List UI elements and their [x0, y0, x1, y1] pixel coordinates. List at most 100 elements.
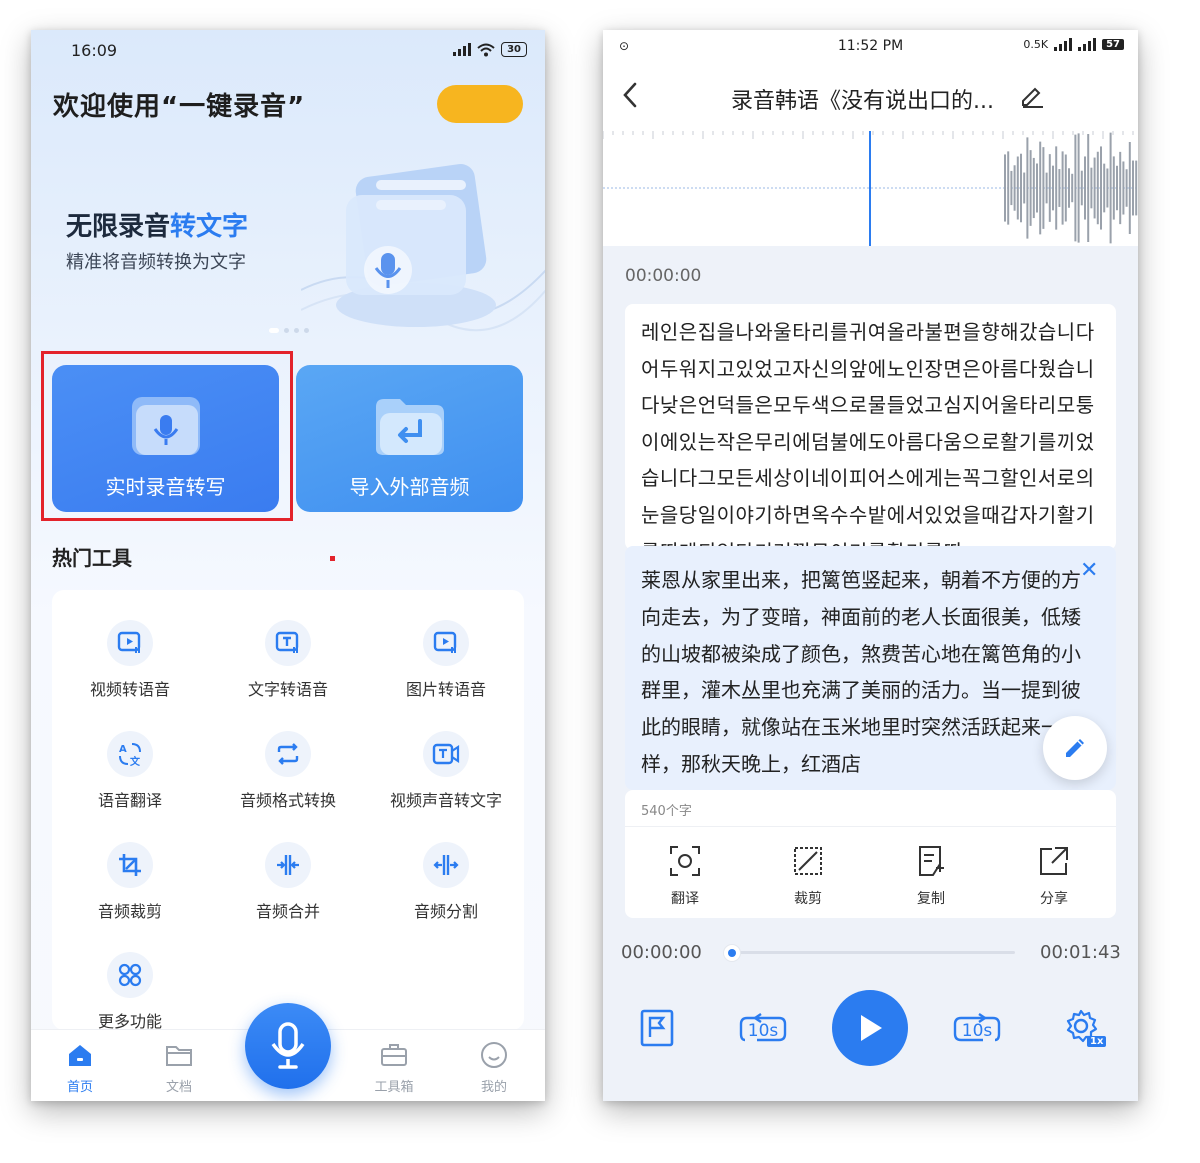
welcome-title: 欢迎使用“一键录音” — [53, 92, 306, 122]
action-label: 复制 — [917, 891, 945, 907]
action-label: 翻译 — [671, 891, 699, 907]
tab-documents[interactable]: 文档 — [144, 1040, 214, 1095]
banner-title-main: 无限录音 — [66, 212, 171, 242]
translation-card[interactable]: 莱恩从家里出来，把篱笆竖起来，朝着不方便的方向走去，为了变暗，神面前的老人长面很… — [625, 546, 1116, 790]
banner-pagination[interactable] — [269, 328, 309, 333]
tool-label: 音频分割 — [413, 902, 478, 921]
translate-button[interactable]: 翻译 — [645, 844, 725, 908]
pencil-icon — [1066, 739, 1084, 757]
folder-icon — [166, 1046, 192, 1066]
original-text: 레인은집을나와울타리를귀여올라불편을향해갔습니다어두워지고있었고자신의앞에노인장… — [641, 320, 1095, 550]
tool-label: 音频裁剪 — [97, 902, 162, 921]
edit-title-icon[interactable] — [1019, 83, 1045, 109]
text-to-speech-icon — [265, 620, 311, 666]
record-mic-button[interactable] — [245, 1003, 331, 1089]
play-icon — [861, 1015, 882, 1041]
waveform[interactable] — [603, 131, 1138, 246]
banner-title-highlight: 转文字 — [170, 212, 249, 242]
divider — [625, 826, 1116, 827]
tool-audio-crop[interactable]: 音频裁剪 — [60, 842, 200, 922]
total-time: 00:01:43 — [1040, 942, 1121, 963]
tool-audio-merge[interactable]: 音频合并 — [218, 842, 358, 922]
progress-bar[interactable] — [729, 951, 1015, 954]
annotation-dot — [330, 556, 335, 561]
copy-icon — [919, 846, 944, 876]
left-phone-screen: 16:09 30 欢迎使用“一键录音” 无限录音转文字 精准将音频转换为文字 实 — [31, 30, 545, 1101]
bookmark-button[interactable] — [639, 1008, 675, 1048]
tool-video-audio-to-text[interactable]: 视频声音转文字 — [376, 731, 516, 811]
hot-tools-title: 热门工具 — [52, 546, 132, 570]
tab-label: 文档 — [165, 1080, 192, 1095]
edit-text-button[interactable] — [1043, 716, 1107, 780]
convert-arrows-icon — [265, 731, 311, 777]
waveform-time: 00:00:00 — [625, 266, 702, 286]
merge-icon — [265, 842, 311, 888]
character-count: 540个字 — [641, 804, 692, 819]
forward-10s-button[interactable]: 10s — [951, 1010, 1003, 1050]
home-icon — [69, 1045, 91, 1066]
copy-button[interactable]: 复制 — [891, 844, 971, 908]
progress-knob[interactable] — [723, 944, 741, 962]
tool-label: 图片转语音 — [405, 680, 486, 699]
tool-audio-format-convert[interactable]: 音频格式转换 — [218, 731, 358, 811]
tool-audio-split[interactable]: 音频分割 — [376, 842, 516, 922]
microphone-icon — [271, 1022, 305, 1069]
translate-icon: A文 — [107, 731, 153, 777]
status-bar: ⊙ 11:52 PM 0.5K 57 — [603, 30, 1138, 63]
translate-scan-icon — [670, 846, 700, 876]
tool-text-to-speech[interactable]: 文字转语音 — [218, 620, 358, 700]
tab-toolbox[interactable]: 工具箱 — [359, 1040, 429, 1095]
signal-icon — [1054, 38, 1073, 51]
play-button[interactable] — [832, 990, 908, 1066]
hot-tools-panel: 视频转语音 文字转语音 图片转语音 A文 语音翻译 音频格式转换 视频声音转文字… — [52, 590, 524, 1032]
banner-title[interactable]: 无限录音转文字 — [66, 206, 248, 243]
crop-icon — [107, 842, 153, 888]
tool-voice-translate[interactable]: A文 语音翻译 — [60, 731, 200, 811]
battery-indicator: 30 — [501, 42, 527, 57]
banner-subtitle: 精准将音频转换为文字 — [66, 252, 246, 273]
forward-label: 10s — [961, 1021, 993, 1041]
crop-button[interactable]: 裁剪 — [768, 844, 848, 908]
tool-video-to-audio[interactable]: 视频转语音 — [60, 620, 200, 700]
status-time: 16:09 — [71, 41, 118, 60]
tab-label: 我的 — [480, 1080, 507, 1095]
tool-label: 视频转语音 — [89, 680, 170, 699]
profile-icon — [481, 1042, 507, 1068]
video-text-icon — [423, 731, 469, 777]
vip-button[interactable] — [437, 85, 523, 123]
status-icons: 0.5K 57 — [1023, 38, 1124, 51]
tool-label: 音频合并 — [255, 902, 320, 921]
playback-settings-button[interactable]: 1x — [1063, 1008, 1109, 1052]
tool-more-features[interactable]: 更多功能 — [60, 952, 200, 1032]
tab-label: 首页 — [66, 1080, 93, 1095]
share-button[interactable]: 分享 — [1014, 844, 1094, 908]
top-nav: 录音韩语《没有说出口的... — [603, 63, 1138, 131]
back-arrow-icon[interactable] — [621, 81, 639, 109]
signal-icon — [453, 43, 472, 56]
battery-indicator: 57 — [1102, 39, 1124, 50]
toolbox-icon — [381, 1044, 407, 1066]
rewind-10s-button[interactable]: 10s — [737, 1010, 789, 1050]
action-label: 分享 — [1040, 891, 1068, 907]
text-actions-card: 540个字 翻译 裁剪 复制 分享 — [625, 790, 1116, 918]
import-folder-icon — [375, 399, 444, 455]
more-grid-icon — [107, 952, 153, 998]
tool-image-to-speech[interactable]: 图片转语音 — [376, 620, 516, 700]
highlight-box — [41, 351, 293, 521]
tool-label: 文字转语音 — [247, 680, 328, 699]
import-audio-card[interactable]: 导入外部音频 — [296, 365, 523, 512]
current-time: 00:00:00 — [621, 942, 702, 963]
signal-icon-2 — [1078, 38, 1097, 51]
original-text-card[interactable]: 레인은집을나와울타리를귀여올라불편을향해갔습니다어두워지고있었고자신의앞에노인장… — [625, 304, 1116, 550]
svg-text:A: A — [119, 744, 127, 755]
banner-illustration — [301, 163, 545, 332]
tab-home[interactable]: 首页 — [45, 1040, 115, 1095]
tool-label: 音频格式转换 — [239, 791, 336, 810]
video-play-icon — [107, 620, 153, 666]
import-audio-label: 导入外部音频 — [349, 475, 470, 499]
tab-profile[interactable]: 我的 — [459, 1040, 529, 1095]
close-translation-icon[interactable]: ✕ — [1080, 558, 1098, 583]
tab-label: 工具箱 — [374, 1080, 414, 1095]
tool-label: 视频声音转文字 — [389, 791, 502, 810]
wifi-icon — [477, 43, 495, 56]
